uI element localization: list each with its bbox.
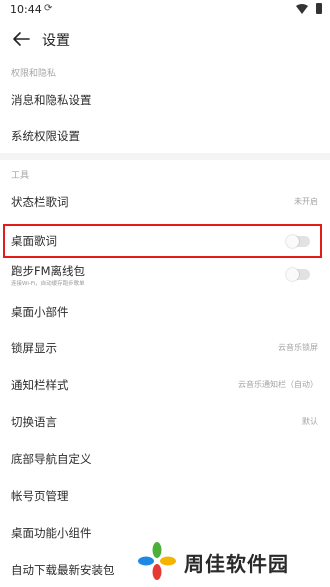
settings-item-lockscreen[interactable]: 锁屏显示 云音乐锁屏 — [0, 333, 330, 363]
settings-item-running-fm[interactable]: 跑步FM离线包 连接Wi-Fi，自动缓存跑步歌单 — [0, 260, 330, 292]
row-label: 桌面小部件 — [11, 305, 69, 319]
settings-item-bottom-nav[interactable]: 底部导航自定义 — [0, 444, 330, 474]
row-label: 帐号页管理 — [11, 489, 69, 503]
section-label-privacy: 权限和隐私 — [11, 69, 57, 79]
section-label-tools: 工具 — [11, 171, 30, 181]
watermark-logo-icon — [138, 542, 176, 580]
settings-item-message-privacy[interactable]: 消息和隐私设置 — [0, 84, 330, 114]
highlight-box — [3, 224, 322, 258]
header: 设置 — [0, 24, 330, 54]
watermark-text: 周佳软件园 — [184, 552, 289, 576]
row-label: 自动下载最新安装包 — [11, 563, 115, 577]
row-label: 通知栏样式 — [11, 378, 69, 392]
row-value: 未开启 — [294, 197, 318, 206]
row-label: 切换语言 — [11, 415, 57, 429]
row-label: 跑步FM离线包 — [11, 264, 86, 278]
row-label: 锁屏显示 — [11, 341, 57, 355]
sync-icon: ⟳ — [44, 3, 53, 14]
running-fm-toggle[interactable] — [286, 268, 310, 281]
row-value: 云音乐锁屏 — [278, 343, 318, 352]
settings-item-system-permissions[interactable]: 系统权限设置 — [0, 120, 330, 150]
battery-icon — [316, 3, 322, 14]
row-label: 消息和隐私设置 — [11, 93, 92, 107]
settings-item-statusbar-lyrics[interactable]: 状态栏歌词 未开启 — [0, 187, 330, 217]
row-value: 默认 — [302, 417, 318, 426]
row-value: 云音乐通知栏（自动） — [238, 380, 318, 389]
settings-item-desktop-widget[interactable]: 桌面小部件 — [0, 297, 330, 327]
row-label: 系统权限设置 — [11, 129, 80, 143]
wifi-icon — [296, 4, 308, 14]
row-label: 桌面功能小组件 — [11, 526, 92, 540]
page-title: 设置 — [42, 33, 70, 49]
arrow-left-icon[interactable] — [10, 28, 32, 50]
toggle-knob — [286, 268, 299, 281]
row-label: 状态栏歌词 — [11, 195, 69, 209]
settings-item-language[interactable]: 切换语言 默认 — [0, 407, 330, 437]
section-divider — [0, 153, 330, 160]
row-subtitle: 连接Wi-Fi，自动缓存跑步歌单 — [11, 281, 85, 287]
status-bar: 10:44 ⟳ — [0, 0, 330, 20]
settings-item-notification-style[interactable]: 通知栏样式 云音乐通知栏（自动） — [0, 370, 330, 400]
row-label: 底部导航自定义 — [11, 452, 92, 466]
status-time: 10:44 — [10, 3, 42, 16]
settings-item-account-page[interactable]: 帐号页管理 — [0, 481, 330, 511]
